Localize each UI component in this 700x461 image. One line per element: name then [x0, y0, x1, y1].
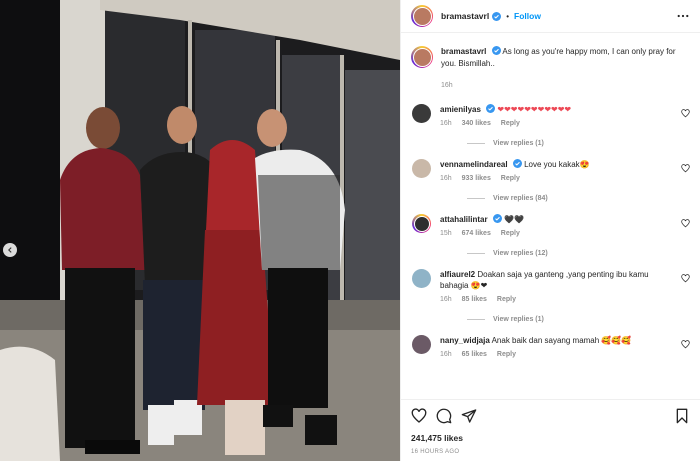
family-photo — [0, 0, 400, 461]
instagram-post: bramastavrl • Follow bramastavrl As long… — [0, 0, 700, 461]
verified-badge-icon — [486, 104, 496, 113]
previous-slide-button[interactable] — [3, 243, 17, 257]
reply-button[interactable]: Reply — [501, 120, 520, 127]
view-replies-button[interactable]: View replies (84) — [467, 195, 690, 202]
heart-icon[interactable] — [681, 109, 690, 118]
more-icon — [677, 14, 689, 18]
comment-likes[interactable]: 85 likes — [462, 296, 487, 303]
comment-likes[interactable]: 674 likes — [462, 230, 491, 237]
comment-time: 16h — [440, 351, 452, 358]
comment-text: Love you kakak😍 — [524, 160, 590, 169]
commenter-avatar[interactable] — [412, 159, 431, 178]
heart-icon[interactable] — [681, 340, 690, 349]
header-separator: • — [506, 11, 510, 21]
view-replies-button[interactable]: View replies (1) — [467, 140, 690, 147]
commenter-avatar[interactable] — [412, 214, 431, 233]
caption-time: 16h — [441, 82, 453, 89]
share-icon[interactable] — [461, 408, 477, 424]
heart-icon[interactable] — [681, 164, 690, 173]
author-avatar[interactable] — [411, 5, 433, 27]
comment-username[interactable]: alfiaurel2 — [440, 270, 475, 279]
verified-badge-icon — [492, 11, 502, 21]
heart-icon[interactable] — [411, 408, 427, 424]
comment-item: alfiaurel2 Doakan saja ya ganteng ,yang … — [411, 269, 690, 303]
comment-item: amienilyas ❤❤❤❤❤❤❤❤❤❤❤ 16h 340 likes Rep… — [411, 104, 690, 127]
view-replies-label: View replies (12) — [493, 250, 548, 257]
caption-username[interactable]: bramastavrl — [441, 47, 486, 56]
follow-button[interactable]: Follow — [514, 11, 541, 21]
reply-button[interactable]: Reply — [501, 175, 520, 182]
comment-username[interactable]: amienilyas — [440, 105, 481, 114]
chevron-left-icon — [8, 247, 12, 253]
comment-likes[interactable]: 933 likes — [462, 175, 491, 182]
comment-item: vennamelindareal Love you kakak😍 16h 933… — [411, 159, 690, 182]
comment-text: Anak baik dan sayang mamah 🥰🥰🥰 — [491, 336, 632, 345]
post-actions: 241,475 likes 16 HOURS AGO — [401, 399, 700, 461]
post-header: bramastavrl • Follow — [401, 0, 700, 33]
commenter-avatar[interactable] — [412, 269, 431, 288]
heart-icon[interactable] — [681, 219, 690, 228]
post-timestamp[interactable]: 16 HOURS AGO — [411, 449, 690, 455]
comment-time: 16h — [440, 175, 452, 182]
comment-likes[interactable]: 65 likes — [462, 351, 487, 358]
comment-likes[interactable]: 340 likes — [462, 120, 491, 127]
comments-list[interactable]: bramastavrl As long as you're happy mom,… — [401, 33, 700, 399]
author-avatar[interactable] — [411, 46, 433, 68]
comment-username[interactable]: vennamelindareal — [440, 160, 508, 169]
view-replies-button[interactable]: View replies (12) — [467, 250, 690, 257]
comment-username[interactable]: attahalilintar — [440, 215, 488, 224]
like-count[interactable]: 241,475 likes — [411, 433, 690, 443]
verified-badge-icon — [492, 214, 502, 223]
more-options-button[interactable] — [676, 9, 690, 23]
comment-icon[interactable] — [436, 408, 452, 424]
reply-button[interactable]: Reply — [497, 296, 516, 303]
view-replies-label: View replies (1) — [493, 140, 544, 147]
post-photo[interactable] — [0, 0, 400, 461]
comment-item: attahalilintar 🖤🖤 15h 674 likes Reply — [411, 214, 690, 237]
verified-badge-icon — [512, 159, 522, 168]
comment-time: 15h — [440, 230, 452, 237]
comment-text: ❤❤❤❤❤❤❤❤❤❤❤ — [497, 105, 572, 114]
post-side-panel: bramastavrl • Follow bramastavrl As long… — [400, 0, 700, 461]
reply-button[interactable]: Reply — [501, 230, 520, 237]
post-caption: bramastavrl As long as you're happy mom,… — [411, 46, 690, 92]
commenter-avatar[interactable] — [412, 335, 431, 354]
verified-badge-icon — [491, 46, 501, 55]
author-username[interactable]: bramastavrl — [441, 11, 489, 21]
comment-username[interactable]: nany_widjaja — [440, 336, 490, 345]
reply-button[interactable]: Reply — [497, 351, 516, 358]
comment-time: 16h — [440, 120, 452, 127]
bookmark-icon[interactable] — [674, 408, 690, 424]
view-replies-label: View replies (84) — [493, 195, 548, 202]
heart-icon[interactable] — [681, 274, 690, 283]
comment-text: 🖤🖤 — [504, 215, 524, 224]
view-replies-button[interactable]: View replies (1) — [467, 316, 690, 323]
view-replies-label: View replies (1) — [493, 316, 544, 323]
comment-time: 16h — [440, 296, 452, 303]
comment-item: nany_widjaja Anak baik dan sayang mamah … — [411, 335, 690, 358]
commenter-avatar[interactable] — [412, 104, 431, 123]
